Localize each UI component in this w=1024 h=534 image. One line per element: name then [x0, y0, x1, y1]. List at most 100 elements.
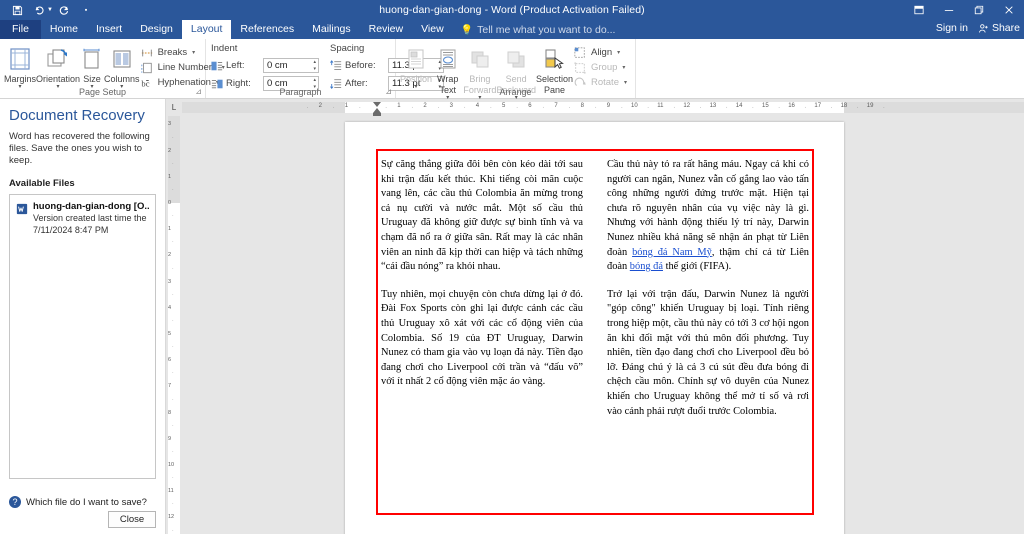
- recovery-pane-title: Document Recovery: [9, 107, 145, 124]
- ruler-tick-dot: ·: [172, 527, 174, 534]
- list-item[interactable]: huong-dan-gian-dong [O... Version create…: [14, 199, 151, 238]
- ruler-tick-dot: ·: [172, 475, 174, 482]
- word-document-icon: [16, 202, 28, 215]
- ruler-tick-label: 5: [502, 103, 506, 109]
- tab-layout[interactable]: Layout: [181, 20, 232, 39]
- align-button[interactable]: Align ▾: [573, 45, 631, 60]
- close-button[interactable]: [994, 0, 1024, 20]
- restore-button[interactable]: [964, 0, 994, 20]
- ruler-tick-dot: ·: [172, 396, 174, 403]
- ruler-tick-label: 11: [657, 103, 664, 109]
- which-file-help-link[interactable]: ? Which file do I want to save?: [9, 496, 147, 508]
- share-button[interactable]: Share: [978, 22, 1020, 34]
- paragraph-text: Cầu thủ này tỏ ra rất hăng máu. Ngay cả …: [607, 159, 809, 258]
- ruler-tick-dot: ·: [856, 105, 859, 111]
- orientation-button[interactable]: Orientation ▾: [36, 42, 80, 90]
- window-title: huong-dan-gian-dong - Word (Product Acti…: [379, 4, 645, 16]
- position-button[interactable]: Position ▾: [400, 42, 432, 90]
- indent-left-label: Left:: [226, 60, 245, 71]
- vertical-ruler-ticks: 3 · 2 · 1 · 0 · 1 · 2 · 3 · 4 · 5 · 6 · 7 · 8 · 9 · 10 · 11 · 12 ·: [166, 116, 182, 534]
- ruler-tick-dot: ·: [385, 105, 388, 111]
- document-page[interactable]: Sự căng thẳng giữa đôi bên còn kéo dài t…: [345, 122, 844, 534]
- available-files-label: Available Files: [9, 178, 75, 189]
- paragraph-dialog-launcher-icon[interactable]: ⊿: [385, 87, 392, 96]
- ruler-tick-label: 4: [168, 304, 172, 311]
- bring-forward-label: Bring: [469, 74, 491, 84]
- tab-review[interactable]: Review: [360, 20, 412, 39]
- tab-insert[interactable]: Insert: [87, 20, 131, 39]
- ribbon: Margins ▾ Orientation ▾ Size ▾ Columns ▾…: [0, 39, 1024, 101]
- first-line-indent-marker[interactable]: [373, 102, 381, 107]
- breaks-icon: [141, 46, 154, 59]
- paragraph-text: Trở lại với trận đấu, Darwin Nunez là ng…: [607, 288, 809, 417]
- share-person-icon: [978, 23, 988, 33]
- minimize-button[interactable]: [934, 0, 964, 20]
- tab-mailings[interactable]: Mailings: [303, 20, 360, 39]
- page-setup-group-label: Page Setup: [78, 87, 127, 97]
- arrange-group-label: Arrange: [499, 87, 532, 97]
- close-recovery-pane-button[interactable]: Close: [108, 511, 156, 528]
- indent-left-input[interactable]: 0 cm ▴ ▾: [263, 58, 319, 73]
- document-canvas[interactable]: 2 1 1 2 3 4 5 6 7 8 9 10 11 12 13 14 15 16 17 18 19 · · · · · · · · ·…: [182, 99, 1024, 534]
- send-backward-icon: [504, 44, 528, 74]
- ruler-tick-label: 3: [168, 121, 172, 128]
- document-text-columns: Sự căng thẳng giữa đôi bên còn kéo dài t…: [381, 158, 809, 419]
- tab-references[interactable]: References: [231, 20, 303, 39]
- columns-button[interactable]: Columns ▾: [104, 42, 140, 90]
- indent-left-icon: [210, 59, 223, 72]
- tab-view[interactable]: View: [412, 20, 453, 39]
- hyperlink-bong-da-nam-my[interactable]: bóng đá Nam Mỹ: [632, 247, 712, 258]
- ruler-tick-dot: ·: [673, 105, 676, 111]
- vertical-ruler[interactable]: L 3 · 2 · 1 · 0 · 1 · 2 · 3 · 4 · 5 · 6 · 7 · 8 · 9 · 10 · 11 · 12 ·: [166, 99, 182, 534]
- ruler-tick-label: 4: [475, 103, 480, 109]
- paragraph: Trở lại với trận đấu, Darwin Nunez là ng…: [607, 288, 809, 419]
- indent-left-value: 0 cm: [267, 60, 288, 71]
- ruler-tick-dot: ·: [172, 422, 174, 429]
- group-label: Group: [590, 62, 618, 73]
- ribbon-group-page-setup: Margins ▾ Orientation ▾ Size ▾ Columns ▾…: [0, 39, 225, 98]
- align-dropdown-icon[interactable]: ▾: [617, 49, 620, 56]
- text-column-right: Cầu thủ này tỏ ra rất hăng máu. Ngay cả …: [607, 158, 809, 419]
- help-link-label: Which file do I want to save?: [26, 496, 147, 508]
- tab-home[interactable]: Home: [41, 20, 87, 39]
- ruler-tick-label: 6: [168, 357, 172, 364]
- tab-stop-selector[interactable]: L: [166, 99, 182, 116]
- bring-forward-icon: [468, 44, 492, 74]
- ruler-tick-dot: ·: [306, 105, 309, 111]
- margins-button[interactable]: Margins ▾: [4, 42, 36, 90]
- size-icon: [80, 44, 104, 74]
- breaks-dropdown-icon[interactable]: ▾: [192, 49, 195, 56]
- ruler-tick-dot: ·: [830, 105, 833, 111]
- ruler-tick-dot: ·: [172, 134, 174, 141]
- tab-design[interactable]: Design: [131, 20, 182, 39]
- indent-left-stepper[interactable]: ▴ ▾: [313, 59, 316, 73]
- ribbon-group-arrange: Position ▾ Wrap Text ▾ Bring Forward ▾ S…: [396, 39, 636, 101]
- ruler-tick-dot: ·: [172, 291, 174, 298]
- paragraph: Tuy nhiên, mọi chuyện còn chưa dừng lại …: [381, 288, 583, 390]
- paragraph: Cầu thủ này tỏ ra rất hăng máu. Ngay cả …: [607, 158, 809, 275]
- ruler-tick-dot: ·: [437, 105, 440, 111]
- tell-me-box[interactable]: 💡 Tell me what you want to do...: [453, 21, 624, 39]
- recovered-file-subtitle: Version created last time the us...: [33, 213, 149, 223]
- left-indent-marker[interactable]: [373, 113, 381, 116]
- rotate-dropdown-icon[interactable]: ▾: [624, 79, 627, 86]
- group-button[interactable]: Group ▾: [573, 60, 631, 75]
- ruler-tick-dot: ·: [516, 105, 519, 111]
- paragraph-text: thế giới (FIFA).: [662, 261, 732, 273]
- text-column-left: Sự căng thẳng giữa đôi bên còn kéo dài t…: [381, 158, 583, 419]
- ruler-tick-dot: ·: [172, 186, 174, 193]
- ruler-tick-dot: ·: [725, 105, 728, 111]
- size-button[interactable]: Size ▾: [80, 42, 104, 90]
- ruler-tick-dot: ·: [620, 105, 623, 111]
- ruler-tick-label: 17: [814, 103, 822, 109]
- sign-in-link[interactable]: Sign in: [936, 22, 968, 34]
- group-dropdown-icon[interactable]: ▾: [622, 64, 625, 71]
- page-setup-dialog-launcher-icon[interactable]: ⊿: [195, 87, 202, 96]
- ruler-tick-dot: ·: [172, 317, 174, 324]
- ruler-tick-dot: ·: [568, 105, 571, 111]
- tab-file[interactable]: File: [0, 20, 41, 39]
- ruler-tick-label: 12: [168, 514, 175, 521]
- ribbon-display-options-button[interactable]: [904, 0, 934, 20]
- horizontal-ruler[interactable]: 2 1 1 2 3 4 5 6 7 8 9 10 11 12 13 14 15 16 17 18 19 · · · · · · · · ·…: [182, 99, 1024, 116]
- hyperlink-bong-da[interactable]: bóng đá: [630, 261, 663, 272]
